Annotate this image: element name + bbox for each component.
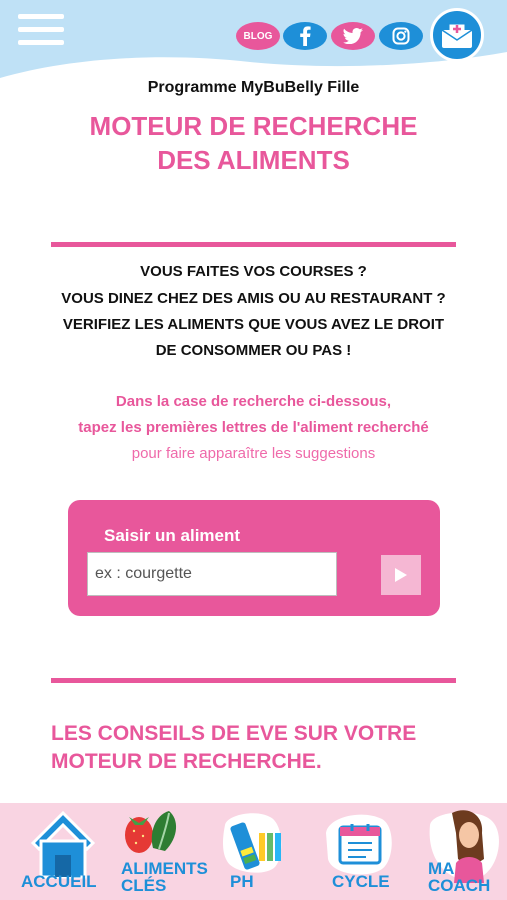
advice-heading: LES CONSEILS DE EVE SUR VOTRE MOTEUR DE …: [51, 720, 416, 776]
mail-icon[interactable]: [430, 8, 484, 62]
blog-label: BLOG: [243, 30, 273, 42]
nav-coach-label: MA COACH: [428, 860, 507, 894]
question-line-2: VOUS DINEZ CHEZ DES AMIS OU AU RESTAURAN…: [61, 290, 446, 307]
nav-coach-label-line-2: COACH: [428, 876, 491, 895]
nav-aliments-cles[interactable]: ALIMENTS CLÉS: [103, 803, 208, 900]
nav-cycle-label: CYCLE: [332, 872, 390, 891]
bottom-navigation: ACCUEIL ALIMENTS CLÉS PH CYCLE MA COACH: [0, 803, 507, 900]
question-line-3: VERIFIEZ LES ALIMENTS QUE VOUS AVEZ LE D…: [62, 316, 445, 333]
nav-coach-label-line-1: MA: [428, 859, 455, 878]
instagram-icon[interactable]: [379, 22, 423, 50]
page-title-line-2: DES ALIMENTS: [157, 145, 350, 175]
advice-line-1: LES CONSEILS DE EVE SUR VOTRE: [51, 722, 417, 745]
hint-line-2: tapez les premières lettres de l'aliment…: [78, 419, 429, 436]
food-search-panel: Saisir un aliment: [68, 500, 440, 616]
nav-aliments-label-line-1: ALIMENTS: [121, 859, 208, 878]
nav-cycle[interactable]: CYCLE: [322, 803, 422, 900]
food-search-input[interactable]: [87, 552, 337, 596]
header: BLOG: [0, 0, 507, 80]
nav-ma-coach[interactable]: MA COACH: [418, 803, 507, 900]
facebook-icon[interactable]: [283, 22, 327, 50]
page-title: MOTEUR DE RECHERCHE DES ALIMENTS: [0, 109, 507, 177]
page-title-line-1: MOTEUR DE RECHERCHE: [89, 111, 418, 141]
program-name: Programme MyBuBelly Fille: [147, 79, 360, 96]
nav-ph[interactable]: PH: [215, 803, 315, 900]
advice-line-2: MOTEUR DE RECHERCHE.: [51, 750, 322, 773]
nav-accueil[interactable]: ACCUEIL: [3, 803, 103, 900]
divider-bottom: [51, 678, 456, 683]
nav-ph-label: PH: [230, 872, 254, 891]
hint-line-1: Dans la case de recherche ci-dessous,: [115, 393, 392, 410]
nav-aliments-label: ALIMENTS CLÉS: [121, 860, 221, 894]
play-arrow-icon: [395, 568, 407, 582]
divider-top: [51, 242, 456, 247]
blog-button[interactable]: BLOG: [236, 22, 280, 50]
twitter-icon[interactable]: [331, 22, 375, 50]
nav-aliments-label-line-2: CLÉS: [121, 876, 167, 895]
hamburger-menu-icon[interactable]: [18, 12, 64, 48]
hint-line-3: pour faire apparaître les suggestions: [131, 445, 376, 462]
question-line-4: DE CONSOMMER OU PAS !: [155, 342, 352, 359]
search-label: Saisir un aliment: [104, 526, 241, 545]
question-line-1: VOUS FAITES VOS COURSES ?: [140, 263, 367, 280]
search-submit-button[interactable]: [381, 555, 421, 595]
